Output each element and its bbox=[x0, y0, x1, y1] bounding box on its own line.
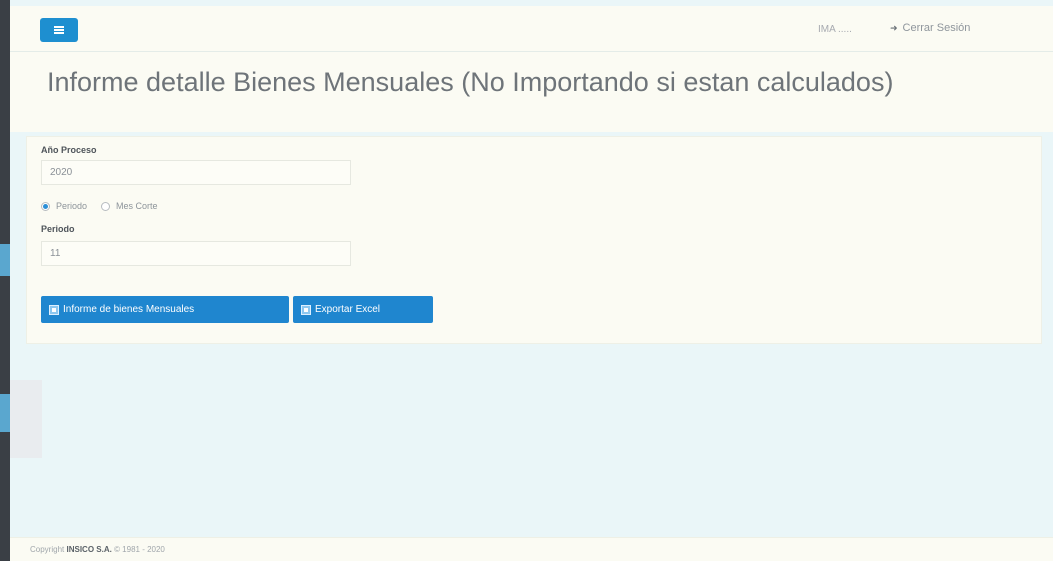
mes-corte-radio-label: Mes Corte bbox=[116, 201, 158, 211]
left-edge-highlight bbox=[0, 244, 10, 276]
report-button[interactable]: Informe de bienes Mensuales bbox=[41, 296, 289, 323]
report-form-panel: Año Proceso 2020 Periodo Mes Corte Perio… bbox=[26, 136, 1042, 344]
year-label: Año Proceso bbox=[41, 145, 97, 155]
report-button-label: Informe de bienes Mensuales bbox=[63, 304, 195, 315]
page-footer: Copyright INSICO S.A. © 1981 - 2020 bbox=[10, 537, 1053, 561]
calculator-icon bbox=[49, 304, 59, 315]
top-navbar: IMA ..... ➜ Cerrar Sesión bbox=[10, 6, 1053, 52]
mes-corte-radio[interactable] bbox=[101, 201, 111, 211]
period-input[interactable]: 11 bbox=[41, 241, 351, 266]
user-name: IMA ..... bbox=[818, 24, 852, 35]
mode-radio-group: Periodo Mes Corte bbox=[41, 201, 158, 211]
left-edge-highlight bbox=[0, 394, 10, 432]
year-input[interactable]: 2020 bbox=[41, 160, 351, 185]
periodo-radio-label: Periodo bbox=[56, 201, 88, 211]
hamburger-icon bbox=[54, 26, 64, 28]
sign-out-icon: ➜ bbox=[890, 22, 898, 33]
copyright-text: Copyright INSICO S.A. © 1981 - 2020 bbox=[30, 545, 165, 554]
page-header: Informe detalle Bienes Mensuales (No Imp… bbox=[10, 52, 1053, 132]
left-edge-panel bbox=[10, 380, 42, 458]
page-title: Informe detalle Bienes Mensuales (No Imp… bbox=[47, 67, 894, 97]
periodo-radio[interactable] bbox=[41, 201, 50, 211]
export-button-label: Exportar Excel bbox=[315, 304, 381, 315]
logout-link[interactable]: ➜ Cerrar Sesión bbox=[890, 22, 970, 34]
menu-toggle-button[interactable] bbox=[40, 18, 78, 42]
export-excel-button[interactable]: Exportar Excel bbox=[293, 296, 433, 323]
logout-label: Cerrar Sesión bbox=[902, 22, 971, 34]
company-name: INSICO S.A. bbox=[66, 545, 112, 554]
excel-file-icon bbox=[301, 304, 311, 315]
period-label: Periodo bbox=[41, 224, 75, 234]
